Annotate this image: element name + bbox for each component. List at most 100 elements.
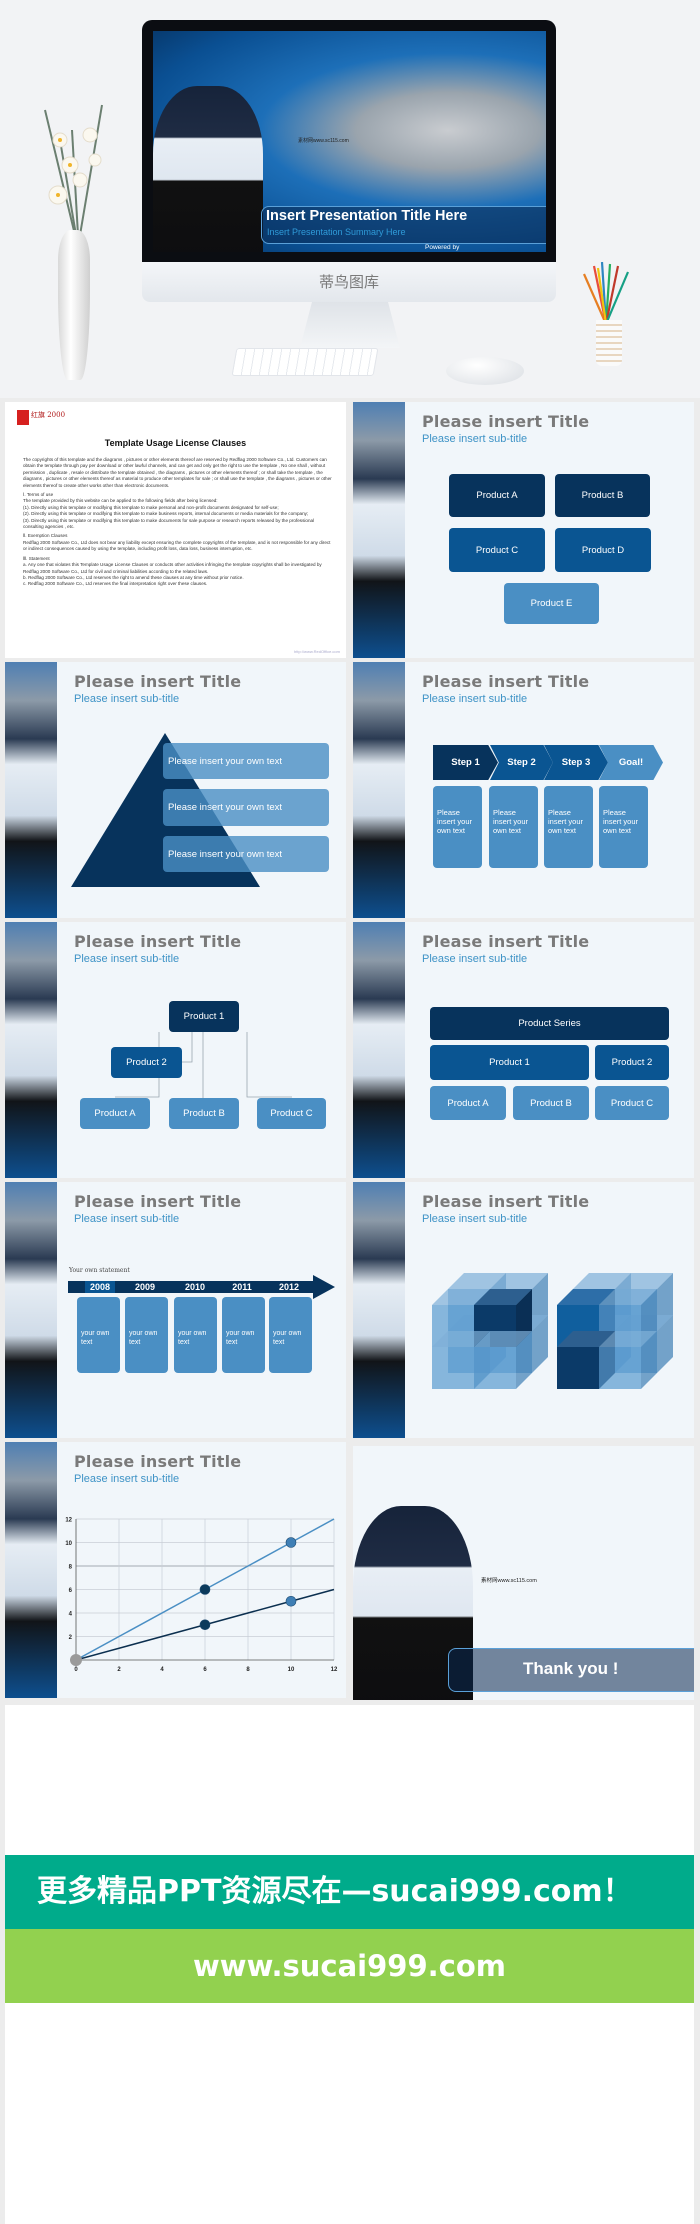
- pyramid-text-box: Please insert your own text: [163, 836, 329, 872]
- pencil-cup-image: [596, 320, 622, 366]
- step-text-box: Please insert your own text: [599, 786, 648, 868]
- monitor-brand: 蒂鸟图库: [142, 262, 556, 302]
- y-tick-label: 6: [69, 1588, 73, 1594]
- presentation-summary: Insert Presentation Summary Here: [267, 227, 406, 237]
- series-box: Product B: [513, 1086, 589, 1120]
- cubes-slide: Please insert Title Please insert sub-ti…: [353, 1182, 694, 1438]
- step-label: Step 3: [561, 757, 591, 768]
- step-chevron: Step 3: [544, 745, 608, 780]
- org-chart-slide: Please insert Title Please insert sub-ti…: [5, 922, 346, 1178]
- license-paragraph: Ⅰ. Terms of use The template provided by…: [23, 492, 315, 530]
- org-node: Product C: [257, 1098, 326, 1129]
- mouse-image: [446, 357, 524, 385]
- businessman-strip-image: [353, 922, 405, 1178]
- product-box: Product D: [555, 528, 651, 572]
- series-box: Product 2: [595, 1045, 669, 1080]
- step-text-box: Please insert your own text: [489, 786, 538, 868]
- origin-point: [70, 1654, 82, 1666]
- monitor-stand: [300, 302, 400, 348]
- license-slide: 红旗 2000 Template Usage License Clauses T…: [5, 402, 346, 658]
- license-body: The copyrights of this template and the …: [23, 457, 335, 591]
- x-tick-label: 2: [117, 1667, 121, 1673]
- data-point: [199, 1619, 211, 1631]
- redflag-logo-icon: [17, 410, 29, 425]
- series-box: Product 1: [430, 1045, 589, 1080]
- org-node: Product A: [80, 1098, 150, 1129]
- vase-image: [58, 230, 90, 380]
- license-title: Template Usage License Clauses: [104, 438, 247, 448]
- pyramid-text-box: Please insert your own text: [163, 743, 329, 779]
- x-tick-label: 4: [160, 1667, 164, 1673]
- map-watermark: 素材网www.sc115.com: [298, 138, 349, 144]
- pyramid-text-box: Please insert your own text: [163, 789, 329, 826]
- step-text-box: Please insert your own text: [433, 786, 482, 868]
- timeline-year: 2010: [184, 1282, 206, 1292]
- data-point: [285, 1537, 297, 1548]
- x-tick-label: 12: [331, 1667, 338, 1673]
- license-paragraph: The copyrights of this template and the …: [23, 457, 332, 488]
- x-tick-label: 10: [288, 1667, 295, 1673]
- timeline-year: 2012: [278, 1282, 300, 1292]
- y-tick-label: 2: [69, 1635, 73, 1641]
- product-box: Product C: [449, 528, 545, 572]
- product-box: Product A: [449, 474, 545, 517]
- presentation-title: Insert Presentation Title Here: [266, 208, 468, 224]
- product-series-slide: Please insert Title Please insert sub-ti…: [353, 922, 694, 1178]
- org-node: Product B: [169, 1098, 239, 1129]
- map-watermark: 素材网www.sc115.com: [481, 1578, 537, 1584]
- slide-subtitle: Please insert sub-title: [422, 693, 528, 705]
- monitor-mockup: 素材网www.sc115.com Insert Presentation Tit…: [0, 0, 700, 398]
- monitor-screen-slide: 素材网www.sc115.com Insert Presentation Tit…: [153, 31, 546, 252]
- step-chevron: Goal!: [599, 745, 663, 780]
- timeline-text-box: your own text: [77, 1297, 120, 1373]
- data-point: [285, 1595, 297, 1607]
- slide-title: Please insert Title: [422, 672, 590, 691]
- series-box: Product Series: [430, 1007, 669, 1040]
- slide-subtitle: Please insert sub-title: [422, 953, 528, 965]
- product-box: Product E: [504, 583, 599, 624]
- org-node: Product 1: [169, 1001, 239, 1032]
- y-tick-label: 4: [69, 1612, 73, 1618]
- license-footer-link[interactable]: http://www.RedOffice.com: [294, 649, 340, 654]
- thank-you-slide: 素材网www.sc115.com Thank you !: [353, 1446, 694, 1700]
- slide-title: Please insert Title: [422, 412, 590, 431]
- keyboard-image: [231, 348, 379, 376]
- step-label: Step 2: [507, 757, 536, 768]
- timeline-text-box: your own text: [174, 1297, 217, 1373]
- x-tick-label: 0: [74, 1667, 78, 1673]
- y-tick-label: 8: [69, 1565, 73, 1571]
- line-chart-slide: Please insert Title Please insert sub-ti…: [5, 1442, 346, 1698]
- promo-url-banner[interactable]: www.sucai999.com: [5, 1929, 694, 2003]
- businessman-strip-image: [353, 402, 405, 658]
- slide-subtitle: Please insert sub-title: [422, 433, 528, 445]
- businessman-strip-image: [353, 662, 405, 918]
- license-paragraph: Ⅱ. Exemption Clauses Redflag 2000 Softwa…: [23, 533, 331, 552]
- timeline-year: 2009: [134, 1282, 156, 1292]
- timeline-year: 2011: [232, 1282, 252, 1292]
- step-label: Step 1: [451, 757, 480, 768]
- timeline-text-box: your own text: [125, 1297, 168, 1373]
- org-node: Product 2: [111, 1047, 182, 1078]
- steps-slide: Please insert Title Please insert sub-ti…: [353, 662, 694, 918]
- x-tick-label: 6: [203, 1667, 207, 1673]
- y-tick-label: 10: [65, 1541, 72, 1547]
- line-chart: 2 4 6 8 10 12 0 2 4 6 8 10 12: [65, 1518, 338, 1674]
- promo-banner: 更多精品PPT资源尽在—sucai999.com！: [5, 1855, 694, 1929]
- step-chevron: Step 2: [490, 745, 553, 780]
- y-tick-label: 12: [65, 1518, 72, 1524]
- license-paragraph: Ⅲ. Statement a. Any one that violates th…: [23, 555, 322, 587]
- step-chevron: Step 1: [433, 745, 498, 780]
- slide-title: Please insert Title: [422, 932, 590, 951]
- timeline-year: 2008: [89, 1282, 111, 1292]
- redflag-logo-text: 红旗 2000: [31, 411, 66, 419]
- businessman-image: [153, 86, 263, 252]
- cube: [474, 1331, 532, 1389]
- thank-you-text: Thank you !: [523, 1659, 619, 1678]
- product-box: Product B: [555, 474, 650, 517]
- products-grid-slide: Please insert Title Please insert sub-ti…: [353, 402, 694, 658]
- series-box: Product C: [595, 1086, 669, 1120]
- data-point: [199, 1584, 211, 1595]
- timeline-text-box: your own text: [222, 1297, 265, 1373]
- pencils-image: [582, 262, 630, 325]
- timeline-slide: Please insert Title Please insert sub-ti…: [5, 1182, 346, 1438]
